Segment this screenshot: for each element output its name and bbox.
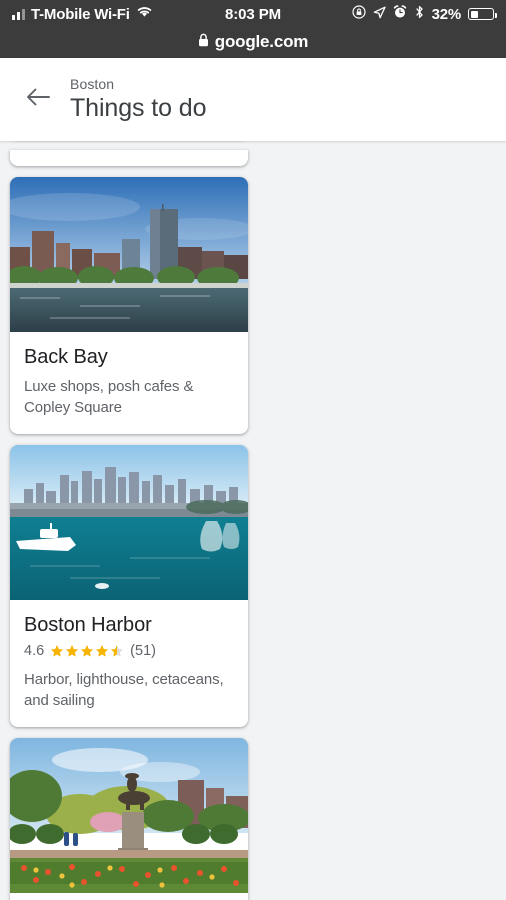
back-arrow-icon [25, 86, 51, 113]
card-title: Back Bay [24, 346, 108, 368]
status-bar-right: 32% [351, 5, 497, 23]
card-body: Boston Harbor 4.6 (51) Harbor, lighthous… [10, 600, 248, 727]
card-title: Boston Harbor [24, 614, 152, 636]
place-card-boston-harbor[interactable]: Boston Harbor 4.6 (51) Harbor, lighthous… [10, 445, 248, 727]
page-header: Boston Things to do [0, 58, 506, 141]
star-icon [96, 645, 109, 657]
breadcrumb: Boston [70, 75, 115, 92]
lock-icon [198, 32, 209, 52]
location-arrow-icon [373, 6, 386, 23]
card-body: Public Garden 4.8 (3,530) Tranquil 19th-… [10, 893, 248, 900]
bluetooth-icon [414, 5, 425, 23]
browser-url-bar[interactable]: google.com [0, 28, 506, 58]
ios-status-bar: T-Mobile Wi-Fi 8:03 PM 32% [0, 0, 506, 28]
review-count: (51) [130, 643, 156, 659]
rating-value: 4.6 [24, 643, 45, 659]
url-text: google.com [214, 31, 309, 51]
battery-icon [468, 8, 497, 20]
status-bar-left: T-Mobile Wi-Fi [12, 5, 153, 23]
star-icon [51, 645, 64, 657]
boston-harbor-photo [10, 445, 248, 600]
card-grid: Back Bay Luxe shops, posh cafes & Copley… [10, 123, 496, 900]
card-description: Luxe shops, posh cafes & Copley Square [24, 378, 194, 416]
public-garden-photo [10, 738, 248, 893]
back-button[interactable] [14, 76, 62, 124]
star-rating [50, 644, 124, 658]
things-to-do-list[interactable]: Back Bay Luxe shops, posh cafes & Copley… [0, 123, 506, 900]
header-text-block: Boston Things to do [70, 76, 206, 124]
wifi-icon [136, 5, 153, 23]
card-body: Back Bay Luxe shops, posh cafes & Copley… [10, 332, 248, 434]
signal-bars-icon [12, 8, 25, 20]
previous-card-stub[interactable] [10, 150, 248, 166]
star-icon [81, 645, 94, 657]
star-icon [66, 645, 79, 657]
back-bay-skyline-photo [10, 177, 248, 332]
alarm-clock-icon [393, 5, 407, 23]
place-card-back-bay[interactable]: Back Bay Luxe shops, posh cafes & Copley… [10, 177, 248, 434]
rating-row: 4.6 (51) [24, 643, 234, 659]
page-title: Things to do [70, 93, 207, 122]
battery-percent-label: 32% [431, 5, 462, 23]
star-icon [111, 645, 124, 657]
place-card-public-garden[interactable]: Public Garden 4.8 (3,530) Tranquil 19th-… [10, 738, 248, 900]
carrier-label: T-Mobile Wi-Fi [31, 5, 130, 23]
card-description: Harbor, lighthouse, cetaceans, and saili… [24, 671, 224, 709]
rotation-lock-icon [351, 5, 366, 23]
